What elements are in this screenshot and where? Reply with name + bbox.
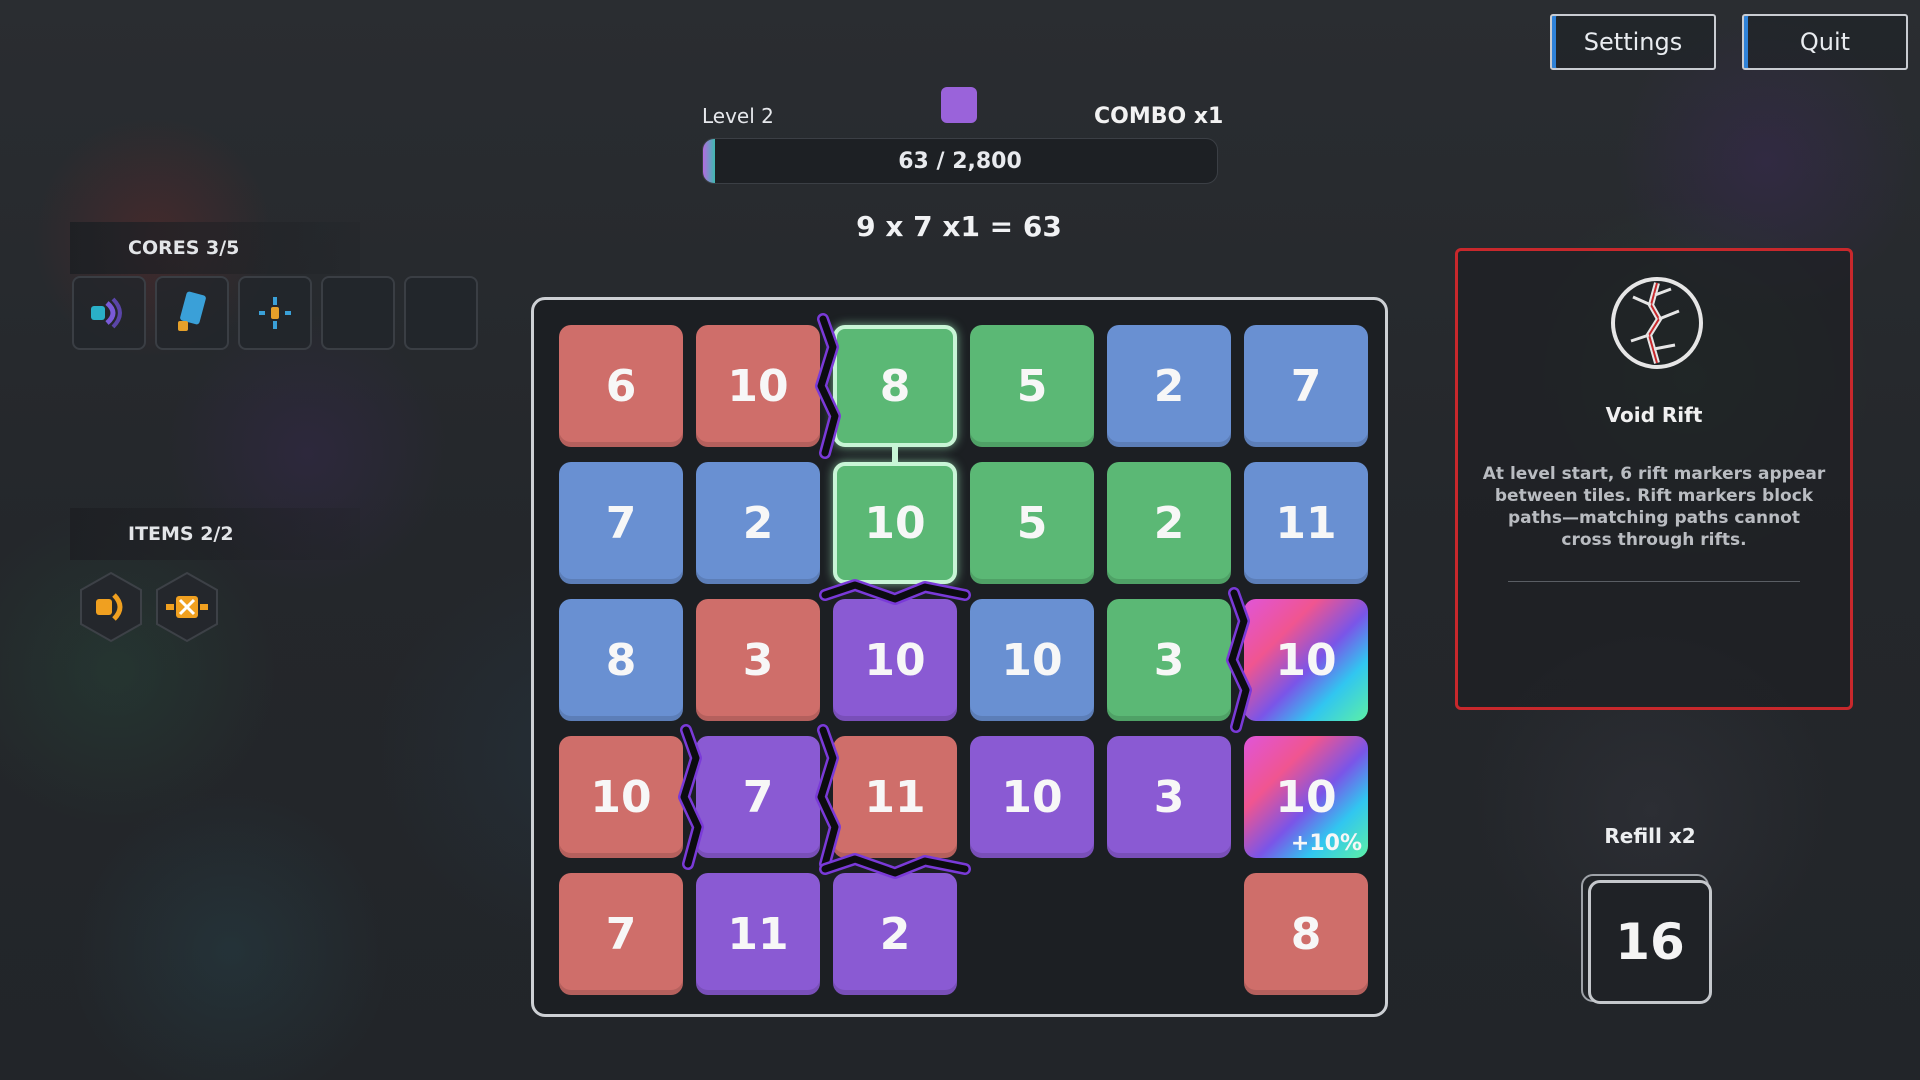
rift-marker-glow <box>819 579 971 605</box>
core-slot-3[interactable] <box>238 276 312 350</box>
board-tile[interactable]: 8 <box>1244 873 1368 995</box>
rift-marker <box>821 855 969 877</box>
tile-value: 2 <box>1153 360 1185 412</box>
board-tile[interactable]: 10 +10% <box>1244 736 1368 858</box>
tile-value: 11 <box>1275 497 1337 549</box>
board-tile[interactable]: 7 <box>696 736 820 858</box>
tile-value: 5 <box>1016 497 1048 549</box>
core-slot-5[interactable] <box>404 276 478 350</box>
board-tile[interactable]: 3 <box>1107 736 1231 858</box>
core-slot-1[interactable] <box>72 276 146 350</box>
board-tile[interactable]: 7 <box>559 873 683 995</box>
path-connector <box>892 447 898 463</box>
tile-value: 7 <box>1290 360 1322 412</box>
tile-value: 7 <box>605 908 637 960</box>
void-rift-icon <box>1611 277 1703 369</box>
board-tile[interactable]: 8 <box>559 599 683 721</box>
item-slot-1[interactable] <box>78 571 144 643</box>
tile-value: 10 <box>864 497 926 549</box>
board-tile[interactable]: 10 <box>833 599 957 721</box>
core-slot-2[interactable] <box>155 276 229 350</box>
board-tile[interactable]: 7 <box>1244 325 1368 447</box>
rift-marker <box>821 581 969 603</box>
score-progress-text: 63 / 2,800 <box>898 148 1022 174</box>
battery-core-icon <box>178 291 206 331</box>
refill-label: Refill x2 <box>1604 824 1696 848</box>
board-tile[interactable]: 3 <box>696 599 820 721</box>
game-board: 6 10 8 5 2 7 7 2 10 5 2 11 8 3 10 10 3 10 10 7 11 10 3 10 +10% 7 1… <box>531 297 1388 1017</box>
tile-bonus: +10% <box>1290 831 1362 856</box>
tile-value: 10 <box>1275 634 1337 686</box>
horn-item-icon <box>80 571 142 643</box>
rift-marker-glow <box>819 853 971 879</box>
tile-value: 7 <box>605 497 637 549</box>
tile-value: 7 <box>742 771 774 823</box>
tile-value: 2 <box>879 908 911 960</box>
board-tile[interactable]: 10 <box>970 599 1094 721</box>
board-tile[interactable]: 7 <box>559 462 683 584</box>
refill-deck[interactable]: 16 <box>1588 880 1712 1004</box>
board-tile[interactable]: 10 <box>970 736 1094 858</box>
tile-value: 10 <box>864 634 926 686</box>
effect-title: Void Rift <box>1605 403 1703 427</box>
board-tile[interactable]: 10 <box>559 736 683 858</box>
tile-value: 10 <box>590 771 652 823</box>
board-tile[interactable]: 11 <box>1244 462 1368 584</box>
board-tile[interactable]: 5 <box>970 325 1094 447</box>
tile-value: 10 <box>1001 634 1063 686</box>
board-tile[interactable]: 2 <box>833 873 957 995</box>
tile-value: 8 <box>879 360 911 412</box>
effect-divider <box>1508 581 1800 582</box>
crate-item-icon <box>156 571 218 643</box>
board-tile[interactable]: 11 <box>833 736 957 858</box>
item-slot-2[interactable] <box>154 571 220 643</box>
board-tile[interactable]: 8 <box>833 325 957 447</box>
quit-button[interactable]: Quit <box>1742 14 1908 70</box>
tile-value: 3 <box>742 634 774 686</box>
level-label: Level 2 <box>702 104 774 128</box>
next-color-indicator <box>941 87 977 123</box>
board-tile[interactable]: 10 <box>1244 599 1368 721</box>
tile-value: 11 <box>864 771 926 823</box>
combo-label: COMBO x1 <box>1094 104 1224 129</box>
tile-value: 2 <box>742 497 774 549</box>
items-header: ITEMS 2/2 <box>70 508 360 560</box>
core-slot-4[interactable] <box>321 276 395 350</box>
board-tile[interactable]: 2 <box>696 462 820 584</box>
board-tile[interactable]: 10 <box>833 462 957 584</box>
tile-value: 2 <box>1153 497 1185 549</box>
score-formula: 9 x 7 x1 = 63 <box>856 210 1062 243</box>
tile-value: 6 <box>605 360 637 412</box>
tile-value: 11 <box>727 908 789 960</box>
board-tile[interactable]: 6 <box>559 325 683 447</box>
effect-description: At level start, 6 rift markers appear be… <box>1482 464 1826 550</box>
board-tile[interactable]: 5 <box>970 462 1094 584</box>
board-tile[interactable]: 10 <box>696 325 820 447</box>
tile-value: 10 <box>1001 771 1063 823</box>
tile-value: 3 <box>1153 634 1185 686</box>
score-progress-bar: 63 / 2,800 <box>702 138 1218 184</box>
board-tile[interactable]: 2 <box>1107 325 1231 447</box>
effect-card: Void Rift At level start, 6 rift markers… <box>1455 248 1853 710</box>
tile-value: 8 <box>1290 908 1322 960</box>
speaker-core-icon <box>91 297 122 329</box>
board-tile[interactable]: 2 <box>1107 462 1231 584</box>
tile-value: 10 <box>1275 771 1337 823</box>
crosshair-core-icon <box>259 297 291 329</box>
settings-button[interactable]: Settings <box>1550 14 1716 70</box>
board-tile[interactable]: 11 <box>696 873 820 995</box>
cores-header: CORES 3/5 <box>70 222 360 274</box>
tile-value: 5 <box>1016 360 1048 412</box>
tile-value: 8 <box>605 634 637 686</box>
tile-value: 10 <box>727 360 789 412</box>
tile-value: 3 <box>1153 771 1185 823</box>
board-tile[interactable]: 3 <box>1107 599 1231 721</box>
